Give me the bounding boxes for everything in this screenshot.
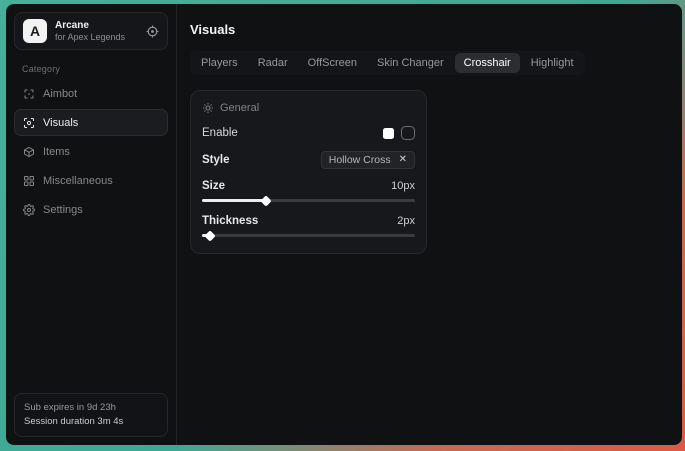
brand-logo: A [23, 19, 47, 43]
sidebar-nav: Aimbot Visuals Items [14, 80, 168, 223]
thickness-slider-thumb[interactable] [205, 230, 216, 241]
size-slider-fill [202, 199, 264, 202]
category-label: Category [22, 64, 168, 74]
brand-text: Arcane for Apex Legends [55, 20, 138, 43]
general-icon [202, 102, 214, 114]
sub-expires-text: Sub expires in 9d 23h [24, 401, 158, 415]
clear-style-icon[interactable]: ✕ [399, 155, 407, 165]
enable-checkbox[interactable] [401, 126, 415, 140]
sidebar-item-aimbot[interactable]: Aimbot [14, 80, 168, 107]
size-slider-thumb[interactable] [260, 195, 271, 206]
thickness-row: Thickness 2px [202, 215, 415, 227]
style-row: Style Hollow Cross ✕ [202, 151, 415, 169]
sidebar-item-label: Visuals [43, 117, 78, 129]
thickness-slider[interactable] [202, 234, 415, 237]
panel-title: General [220, 102, 259, 114]
sidebar-item-miscellaneous[interactable]: Miscellaneous [14, 167, 168, 194]
eye-icon [23, 117, 35, 129]
page-title: Visuals [190, 22, 668, 37]
tab-offscreen[interactable]: OffScreen [299, 53, 366, 73]
sidebar-item-label: Miscellaneous [43, 175, 113, 187]
target-icon[interactable] [146, 25, 159, 38]
sidebar-item-label: Settings [43, 204, 83, 216]
visuals-tabbar: Players Radar OffScreen Skin Changer Cro… [190, 51, 585, 75]
sidebar: A Arcane for Apex Legends Category [6, 4, 177, 445]
sidebar-item-settings[interactable]: Settings [14, 196, 168, 223]
size-label: Size [202, 180, 225, 192]
sidebar-item-items[interactable]: Items [14, 138, 168, 165]
sidebar-item-visuals[interactable]: Visuals [14, 109, 168, 136]
size-slider[interactable] [202, 199, 415, 202]
app-window: A Arcane for Apex Legends Category [6, 4, 682, 445]
style-value: Hollow Cross [329, 154, 391, 166]
sidebar-item-label: Items [43, 146, 70, 158]
tab-players[interactable]: Players [192, 53, 247, 73]
tab-skin-changer[interactable]: Skin Changer [368, 53, 453, 73]
size-row: Size 10px [202, 180, 415, 192]
style-label: Style [202, 154, 230, 166]
size-value: 10px [391, 180, 415, 192]
grid-icon [23, 175, 35, 187]
sidebar-item-label: Aimbot [43, 88, 77, 100]
gear-icon [23, 204, 35, 216]
brand-name: Arcane [55, 20, 138, 32]
tab-crosshair[interactable]: Crosshair [455, 53, 520, 73]
cube-icon [23, 146, 35, 158]
crosshair-icon [23, 88, 35, 100]
tab-highlight[interactable]: Highlight [522, 53, 583, 73]
color-swatch[interactable] [383, 128, 394, 139]
thickness-label: Thickness [202, 215, 258, 227]
thickness-value: 2px [397, 215, 415, 227]
subscription-status-card: Sub expires in 9d 23h Session duration 3… [14, 393, 168, 437]
enable-row: Enable [202, 126, 415, 140]
brand-card: A Arcane for Apex Legends [14, 12, 168, 50]
panel-header: General [202, 102, 415, 114]
style-select[interactable]: Hollow Cross ✕ [321, 151, 415, 169]
brand-subtitle: for Apex Legends [55, 32, 138, 43]
enable-label: Enable [202, 127, 238, 139]
session-duration-text: Session duration 3m 4s [24, 415, 158, 429]
tab-radar[interactable]: Radar [249, 53, 297, 73]
main-content: Visuals Players Radar OffScreen Skin Cha… [177, 4, 682, 445]
general-panel: General Enable Style Hollow Cross ✕ Size… [190, 90, 427, 254]
